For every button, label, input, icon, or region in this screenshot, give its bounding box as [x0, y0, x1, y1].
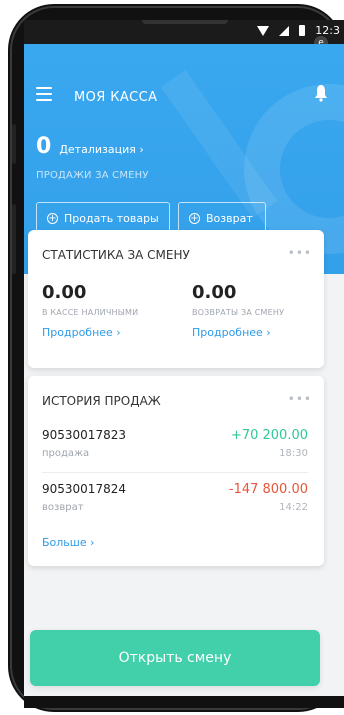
returns-value: 0.00 — [192, 282, 237, 303]
menu-icon[interactable] — [36, 87, 52, 101]
history-type: продажа — [42, 448, 90, 459]
volume-button — [12, 124, 16, 164]
history-id: 90530017823 — [42, 428, 126, 442]
status-icons: 12:3 — [257, 24, 340, 37]
plus-circle-icon: + — [189, 212, 200, 224]
history-time: 18:30 — [279, 448, 308, 459]
battery-icon — [299, 25, 306, 36]
history-divider — [42, 472, 308, 473]
history-id: 90530017824 — [42, 482, 126, 496]
history-amount: +70 200.00 — [230, 428, 308, 443]
bell-icon[interactable] — [314, 84, 328, 102]
shift-stats-card: СТАТИСТИКА ЗА СМЕНУ ••• 0.00 В КАССЕ НАЛ… — [28, 230, 324, 368]
cash-value: 0.00 — [42, 282, 87, 303]
sales-label: ПРОДАЖИ ЗА СМЕНУ — [36, 170, 149, 181]
sales-history-card: ИСТОРИЯ ПРОДАЖ ••• 90530017823 продажа +… — [28, 376, 324, 566]
history-amount: -147 800.00 — [228, 482, 308, 497]
sales-count-row: 0 Детализация › — [36, 134, 144, 159]
returns-details-link[interactable]: Продробнее › — [192, 326, 271, 339]
detail-link[interactable]: Детализация › — [59, 143, 143, 156]
status-bar: 12:3 — [24, 20, 344, 44]
cash-label: В КАССЕ НАЛИЧНЫМИ — [42, 308, 139, 317]
history-more-link[interactable]: Больше › — [42, 536, 95, 549]
speaker-notch — [142, 20, 228, 24]
power-button — [12, 204, 16, 274]
history-type: возврат — [42, 502, 84, 513]
history-title: ИСТОРИЯ ПРОДАЖ — [42, 394, 161, 408]
open-shift-button[interactable]: Открыть смену — [30, 630, 320, 686]
sales-count: 0 — [36, 134, 52, 159]
wifi-icon — [257, 25, 270, 36]
signal-icon — [279, 25, 290, 36]
stats-title: СТАТИСТИКА ЗА СМЕНУ — [42, 248, 190, 262]
cash-details-link[interactable]: Продробнее › — [42, 326, 121, 339]
stats-more-icon[interactable]: ••• — [288, 246, 312, 260]
history-row[interactable]: 90530017823 продажа +70 200.00 18:30 — [42, 428, 308, 472]
return-label: Возврат — [206, 211, 253, 225]
app-title: МОЯ КАССА — [74, 90, 158, 105]
history-time: 14:22 — [279, 502, 308, 513]
returns-label: ВОЗВРАТЫ ЗА СМЕНУ — [192, 308, 285, 317]
sell-goods-label: Продать товары — [64, 211, 159, 225]
history-row[interactable]: 90530017824 возврат -147 800.00 14:22 — [42, 482, 308, 526]
history-more-icon[interactable]: ••• — [288, 392, 312, 406]
status-time: 12:3 — [315, 24, 340, 37]
app-screen: 12:3 e МОЯ КАССА 0 Детализация › ПРОДАЖИ… — [24, 20, 344, 696]
plus-circle-icon: + — [47, 212, 58, 224]
phone-bottom-bezel — [24, 696, 344, 708]
